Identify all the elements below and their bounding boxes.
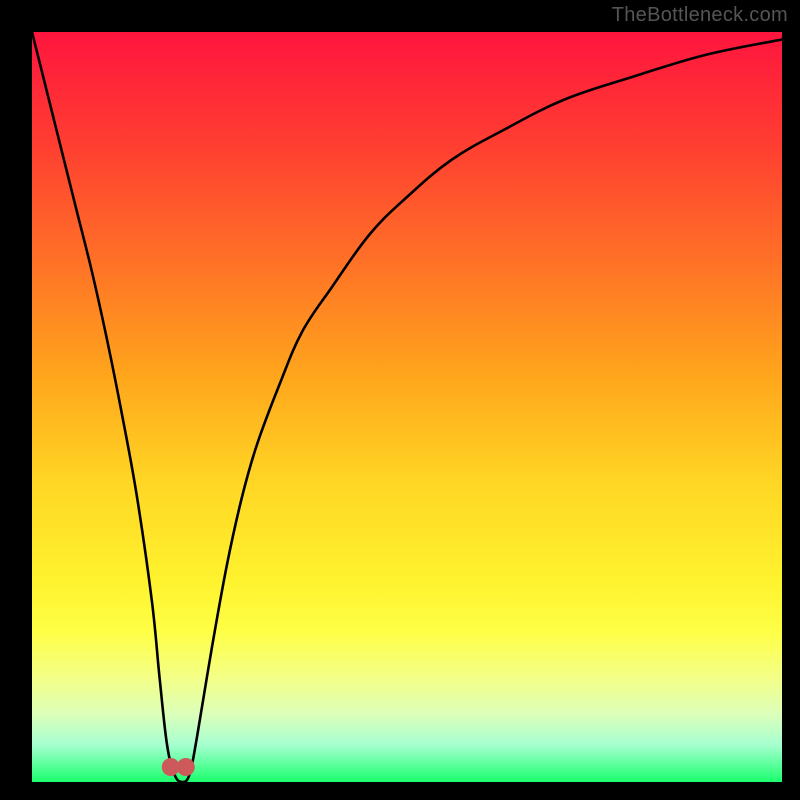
curve-path [32,32,782,782]
attribution-watermark: TheBottleneck.com [612,4,788,27]
bottleneck-curve [32,32,782,782]
minimum-marker-1 [177,758,195,776]
plot-area [32,32,782,782]
